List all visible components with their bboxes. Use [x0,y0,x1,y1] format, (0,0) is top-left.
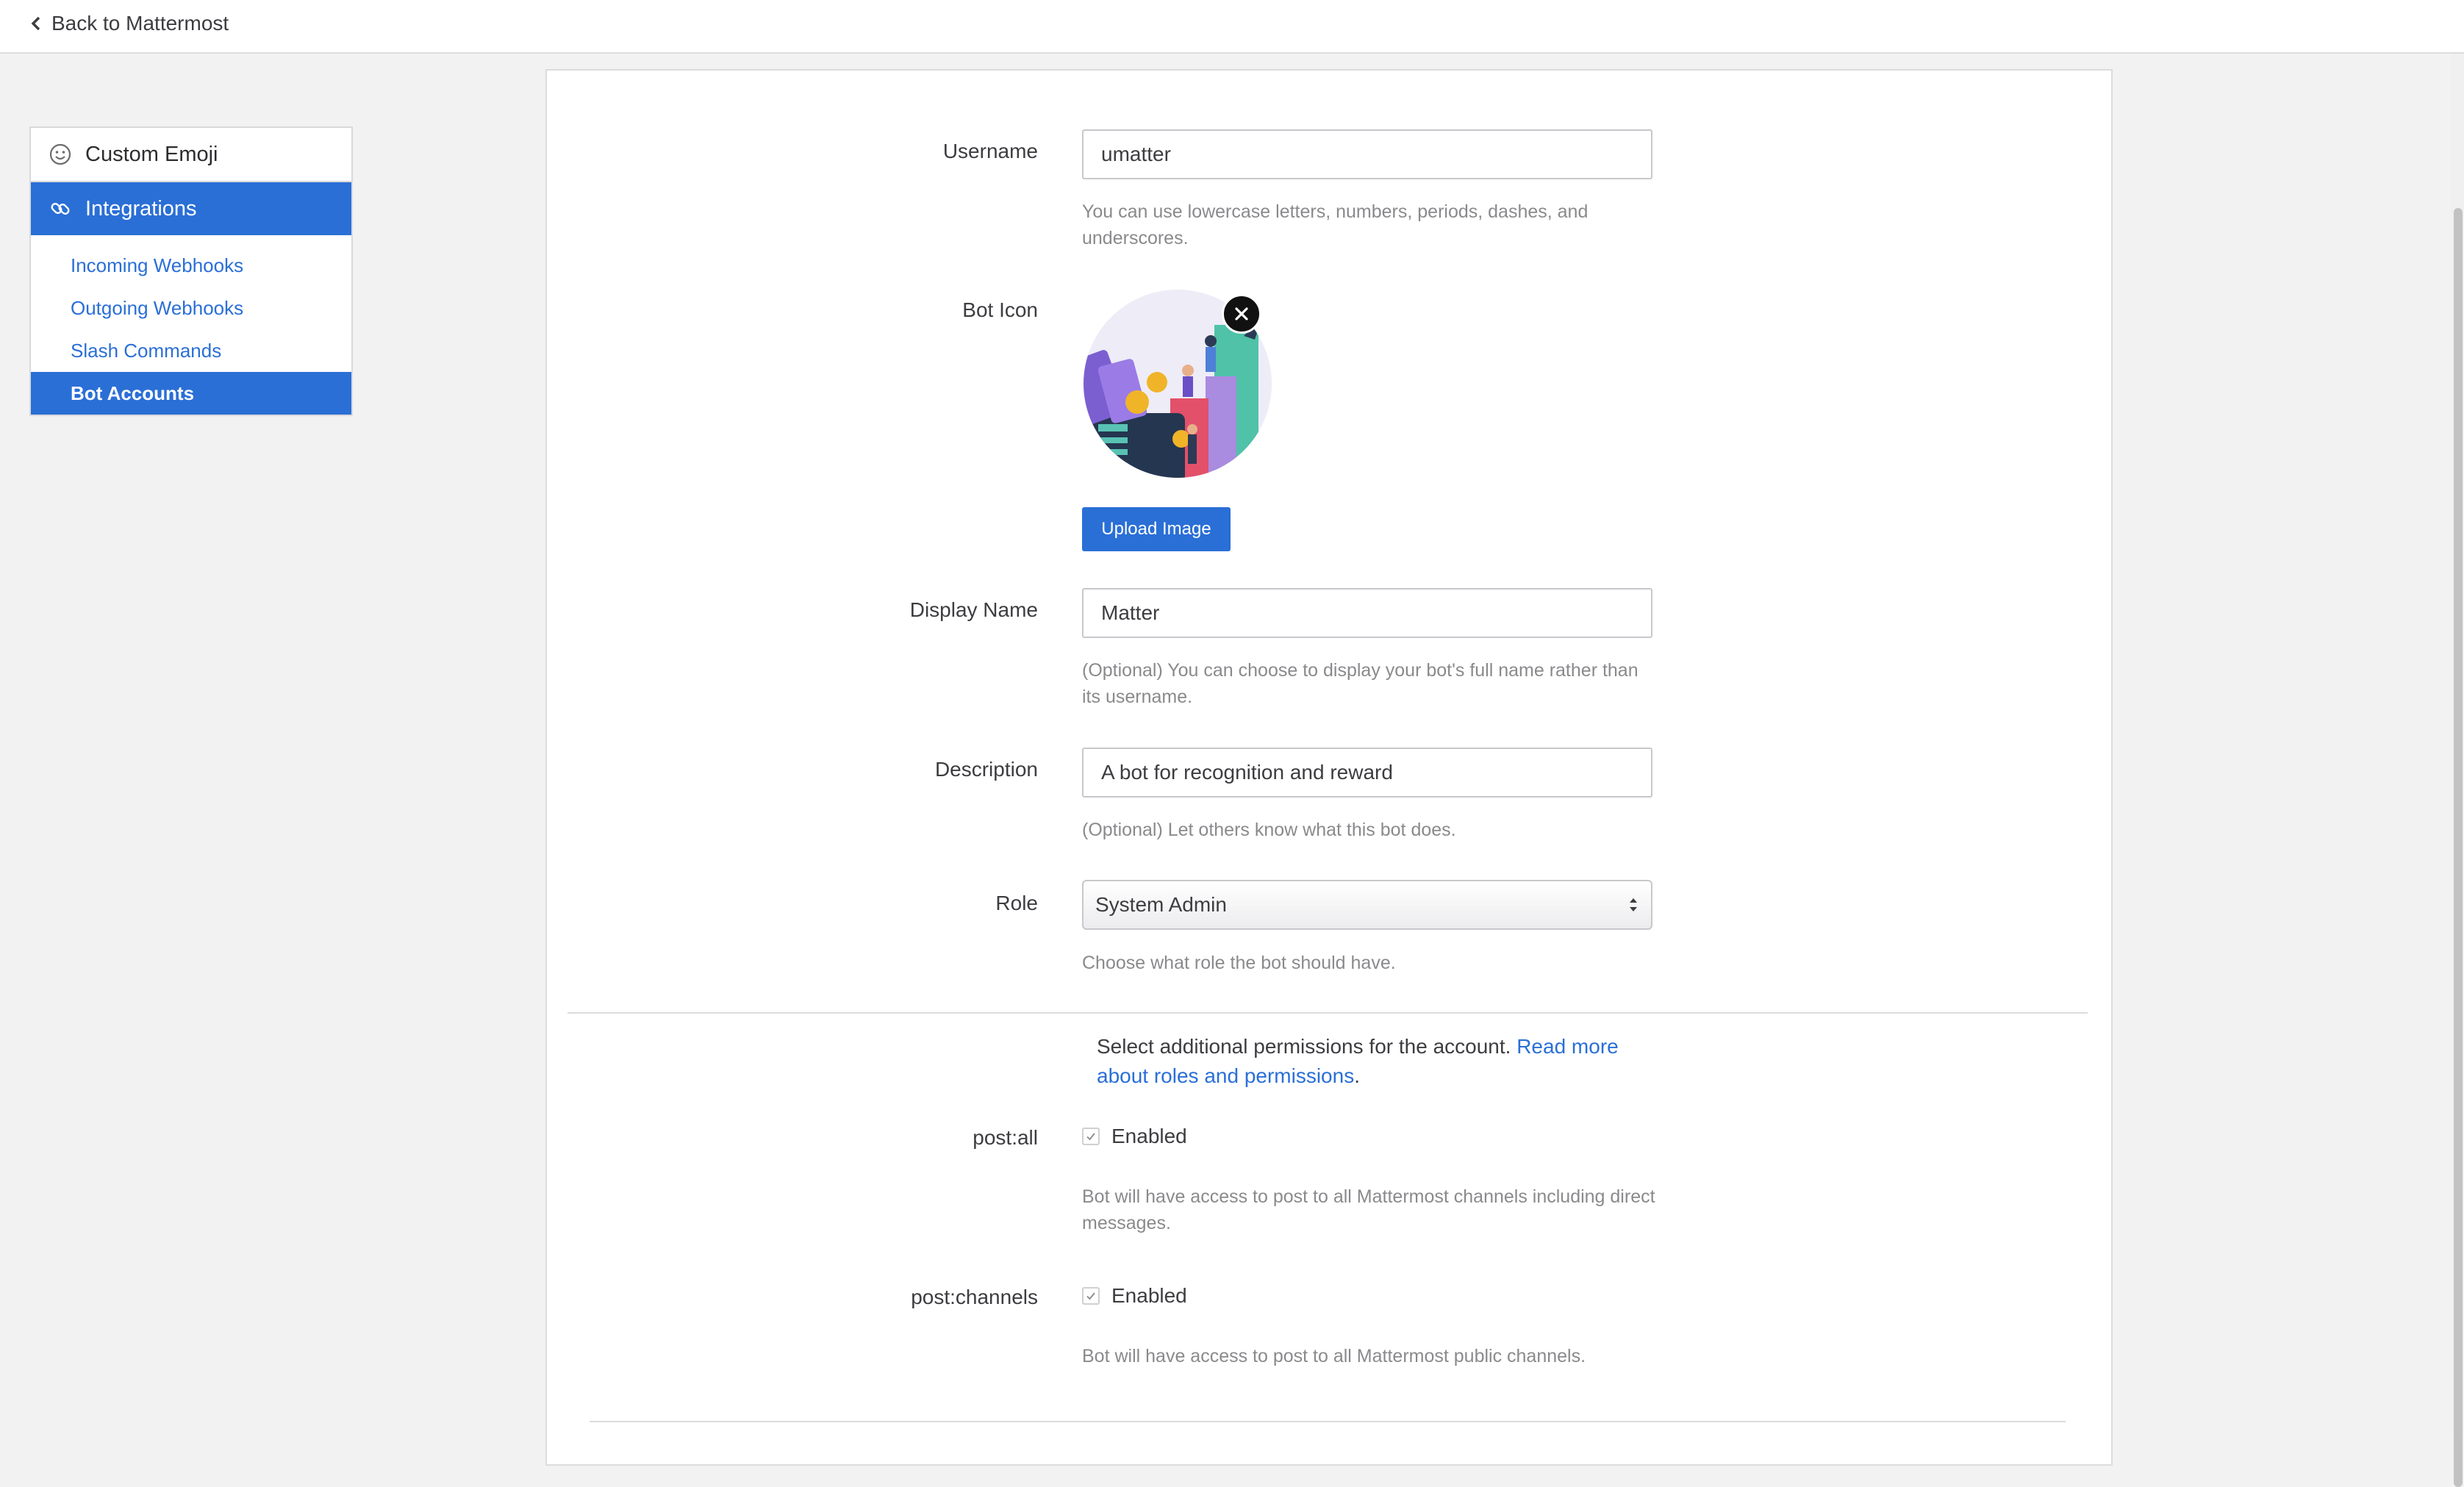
sidebar-item-slash-commands[interactable]: Slash Commands [31,329,351,372]
checkmark-icon [1086,1292,1095,1300]
sidebar-section-label: Integrations [85,196,197,221]
link-icon [51,203,70,215]
permissions-intro: Select additional permissions for the ac… [1097,1032,1670,1091]
select-arrows-icon [1630,898,1637,911]
back-link-label: Back to Mattermost [51,12,229,35]
close-icon [1235,307,1248,320]
username-input[interactable]: umatter [1082,129,1652,179]
remove-image-button[interactable] [1222,294,1261,334]
bot-icon-label: Bot Icon [962,298,1038,321]
section-divider [567,1012,2088,1014]
permissions-intro-text: Select additional permissions for the ac… [1097,1035,1511,1058]
post-all-help: Bot will have access to post to all Matt… [1082,1186,1655,1233]
permissions-intro-suffix: . [1354,1064,1360,1087]
post-all-checkbox-row[interactable]: Enabled [1082,1125,1187,1148]
username-help: You can use lowercase letters, numbers, … [1082,201,1589,248]
role-help: Choose what role the bot should have. [1082,953,1396,973]
sidebar-item-incoming-webhooks[interactable]: Incoming Webhooks [31,244,351,287]
display-name-help: (Optional) You can choose to display you… [1082,660,1639,707]
role-select[interactable]: System Admin [1082,880,1652,930]
sidebar-item-bot-accounts[interactable]: Bot Accounts [31,372,351,415]
top-bar: Back to Mattermost [0,0,2464,54]
display-name-input[interactable]: Matter [1082,588,1652,638]
post-all-checkbox-label: Enabled [1111,1125,1187,1147]
integrations-sidebar: Custom Emoji Integrations Incoming Webho… [29,126,353,416]
post-channels-label: post:channels [911,1286,1038,1308]
post-channels-help: Bot will have access to post to all Matt… [1082,1346,1586,1366]
description-input[interactable]: A bot for recognition and reward [1082,748,1652,798]
back-to-mattermost-link[interactable]: Back to Mattermost [28,9,229,38]
post-channels-checkbox-row[interactable]: Enabled [1082,1284,1187,1308]
display-name-label: Display Name [909,598,1038,621]
checkmark-icon [1086,1133,1095,1141]
upload-image-button[interactable]: Upload Image [1082,507,1231,551]
description-label: Description [934,758,1038,781]
role-select-value: System Admin [1095,893,1227,916]
post-channels-checkbox-label: Enabled [1111,1284,1187,1307]
scrollbar-thumb[interactable] [2454,208,2463,1487]
username-label: Username [942,140,1038,162]
post-channels-checkbox[interactable] [1082,1287,1100,1305]
post-all-checkbox[interactable] [1082,1128,1100,1145]
description-help: (Optional) Let others know what this bot… [1082,820,1456,840]
post-all-label: post:all [973,1126,1038,1149]
chevron-left-icon [31,16,40,31]
bottom-divider [590,1421,2066,1422]
role-label: Role [995,892,1038,914]
sidebar-item-integrations[interactable]: Integrations [31,182,351,235]
page-scrollbar[interactable] [2451,54,2464,1487]
